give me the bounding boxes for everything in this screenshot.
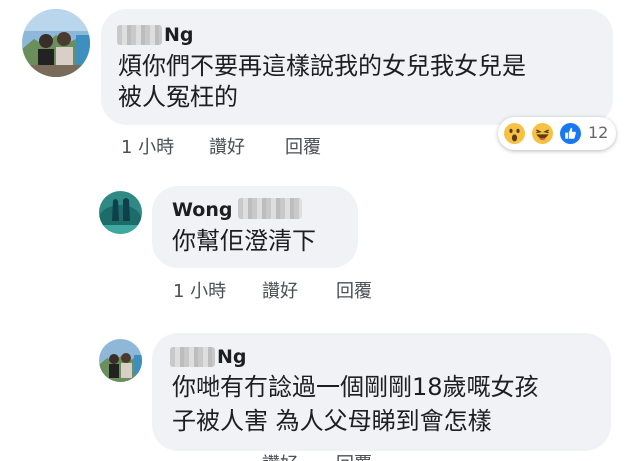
like-icon [558,121,583,146]
comment-author[interactable]: Ng [217,346,247,368]
like-link[interactable]: 讚好 [262,277,298,303]
reply-link[interactable]: 回覆 [336,277,372,303]
comment-author[interactable]: Wong [172,199,232,221]
comment-text-line: 子被人害 為人父母睇到會怎樣 [172,407,492,435]
haha-icon [530,121,555,146]
comment-author[interactable]: Ng [164,24,194,46]
comment-text-line: 你幫佢澄清下 [172,227,316,255]
avatar[interactable] [99,191,142,234]
like-link[interactable]: 讚好 [209,133,245,159]
reply-link[interactable]: 回覆 [336,450,372,461]
reaction-summary[interactable]: 12 [498,117,616,150]
like-link[interactable]: 讚好 [262,450,298,461]
redacted-name [238,198,302,219]
avatar[interactable] [22,9,90,77]
reply-link[interactable]: 回覆 [285,133,321,159]
redacted-name [170,347,215,367]
comment-text-line: 被人冤枉的 [118,83,238,111]
comment-text-line: 你哋有冇諗過一個剛剛18歲嘅女孩 [172,373,539,401]
timestamp[interactable]: 1 小時 [173,277,226,303]
comment-text-line: 煩你們不要再這樣說我的女兒我女兒是 [118,52,526,80]
avatar[interactable] [99,339,142,382]
wow-icon [502,121,527,146]
redacted-name [117,25,162,45]
reaction-count: 12 [588,123,609,142]
timestamp[interactable]: 1 小時 [121,133,174,159]
